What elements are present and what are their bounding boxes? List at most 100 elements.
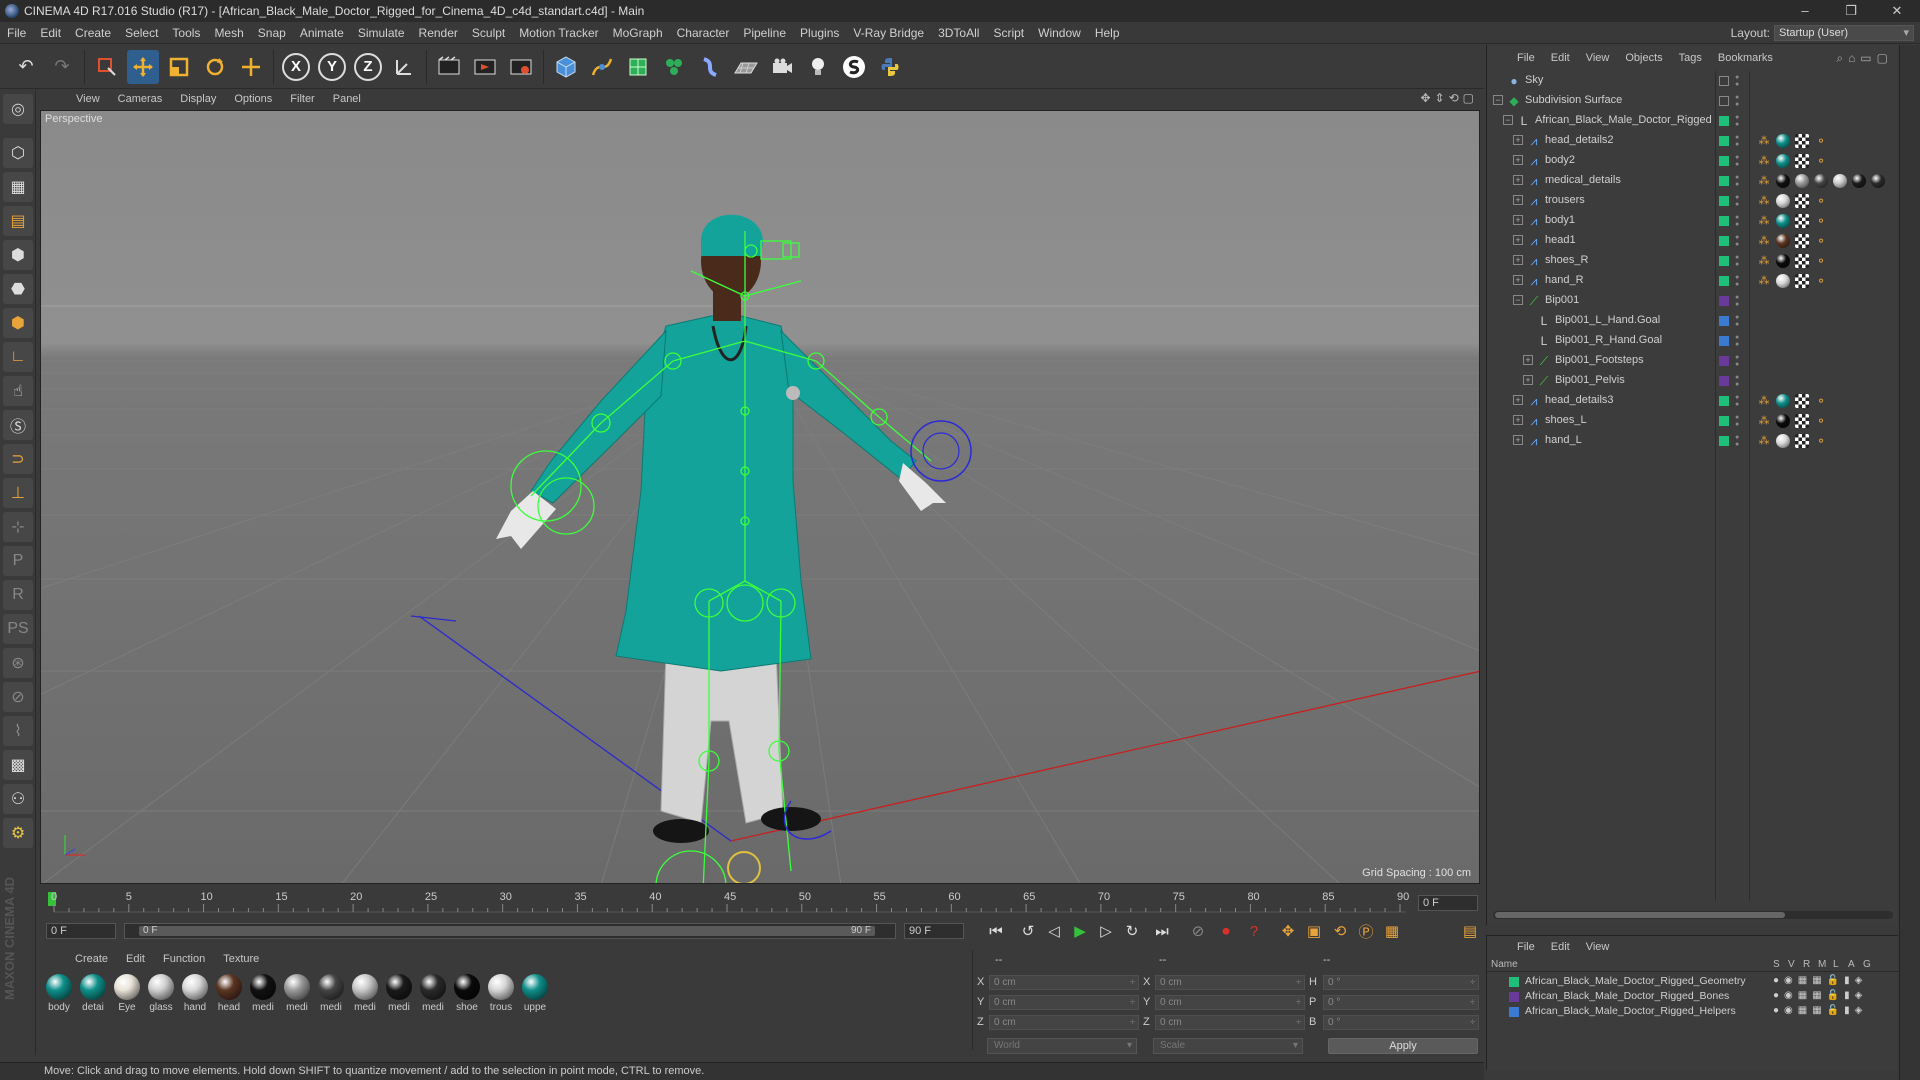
object-row[interactable]: L Bip001_R_Hand.Goal ● ●: [1487, 331, 1899, 351]
key-point-level-icon[interactable]: ▦: [1380, 920, 1404, 942]
menu-simulate[interactable]: Simulate: [351, 22, 412, 44]
current-frame-field[interactable]: 0 F: [1418, 895, 1478, 911]
object-name[interactable]: hand_L: [1545, 434, 1582, 446]
material-menu-edit[interactable]: Edit: [117, 950, 154, 968]
expand-icon[interactable]: +: [1513, 435, 1523, 445]
object-layer-empty[interactable]: [1719, 96, 1729, 106]
timeline-window-icon[interactable]: ▤: [1458, 920, 1482, 942]
coordinate-mode-select[interactable]: World: [987, 1038, 1137, 1054]
object-row[interactable]: + ⩘ hand_L ● ● ⁂ ⚬: [1487, 431, 1899, 451]
layer-flag-icons[interactable]: ●◉▦▦🔓▮◈: [1773, 975, 1867, 986]
object-row[interactable]: + ⩘ hand_R ● ● ⁂ ⚬: [1487, 271, 1899, 291]
viewport-menu-panel[interactable]: Panel: [324, 90, 370, 108]
object-layer-empty[interactable]: [1719, 76, 1729, 86]
previous-frame-icon[interactable]: ◁: [1042, 920, 1066, 942]
visibility-dots-icon[interactable]: ● ●: [1735, 434, 1741, 448]
menu-plugins[interactable]: Plugins: [793, 22, 846, 44]
menu-vray-bridge[interactable]: V-Ray Bridge: [846, 22, 931, 44]
menu-tools[interactable]: Tools: [165, 22, 207, 44]
object-layer-color[interactable]: [1719, 396, 1729, 406]
snap-icon[interactable]: Ⓢ: [3, 410, 33, 440]
object-layer-color[interactable]: [1719, 296, 1729, 306]
expand-icon[interactable]: +: [1513, 395, 1523, 405]
rotation-b-field[interactable]: 0 °: [1323, 1015, 1479, 1030]
key-position-icon[interactable]: ✥: [1276, 920, 1300, 942]
material-swatch[interactable]: medi: [281, 970, 314, 1013]
preview-range-fill[interactable]: [139, 926, 875, 936]
weight-tool-icon[interactable]: R: [3, 580, 33, 610]
material-tag-icon[interactable]: [1776, 254, 1790, 268]
object-name[interactable]: hand_R: [1545, 274, 1584, 286]
expand-icon[interactable]: +: [1523, 375, 1533, 385]
object-row[interactable]: − ⟋ Bip001 ● ●: [1487, 291, 1899, 311]
collapse-icon[interactable]: −: [1493, 95, 1503, 105]
record-position-icon[interactable]: ⊘: [1186, 920, 1210, 942]
uvw-tag-icon[interactable]: [1795, 214, 1809, 228]
rotate-tool-icon[interactable]: [199, 50, 231, 84]
render-view-icon[interactable]: [433, 50, 465, 84]
weight-tag-icon[interactable]: ⚬: [1814, 394, 1828, 408]
material-menu-texture[interactable]: Texture: [214, 950, 268, 968]
expand-icon[interactable]: +: [1513, 235, 1523, 245]
layer-row[interactable]: African_Black_Male_Doctor_Rigged_Helpers…: [1487, 1004, 1899, 1019]
object-layer-color[interactable]: [1719, 436, 1729, 446]
expand-icon[interactable]: +: [1513, 135, 1523, 145]
viewport-menu-view[interactable]: View: [67, 90, 109, 108]
object-row[interactable]: + ⩘ trousers ● ● ⁂ ⚬: [1487, 191, 1899, 211]
material-tag-icon[interactable]: [1776, 174, 1790, 188]
start-frame-field[interactable]: 0 F: [46, 923, 116, 939]
object-row[interactable]: − ◆ Subdivision Surface ● ●: [1487, 91, 1899, 111]
weight-tag-icon[interactable]: ⚬: [1814, 274, 1828, 288]
spline-pen-icon[interactable]: [586, 50, 618, 84]
objects-menu-edit[interactable]: Edit: [1543, 49, 1578, 67]
y-axis-lock-button[interactable]: Y: [318, 52, 346, 81]
layer-name[interactable]: African_Black_Male_Doctor_Rigged_Geometr…: [1525, 975, 1746, 987]
menu-script[interactable]: Script: [986, 22, 1031, 44]
edges-mode-icon[interactable]: ⬣: [3, 274, 33, 304]
object-layer-color[interactable]: [1719, 256, 1729, 266]
menu-create[interactable]: Create: [68, 22, 118, 44]
object-layer-color[interactable]: [1719, 236, 1729, 246]
menu-window[interactable]: Window: [1031, 22, 1088, 44]
expand-icon[interactable]: +: [1513, 195, 1523, 205]
object-layer-color[interactable]: [1719, 196, 1729, 206]
size-z-field[interactable]: 0 cm: [1155, 1015, 1305, 1030]
layer-header-animation[interactable]: A: [1848, 959, 1855, 970]
menu-file[interactable]: File: [0, 22, 33, 44]
material-tag-icon[interactable]: [1776, 414, 1790, 428]
material-swatch[interactable]: detai: [77, 970, 110, 1013]
object-name[interactable]: head_details3: [1545, 394, 1614, 406]
close-button[interactable]: ✕: [1874, 0, 1920, 22]
expand-icon[interactable]: +: [1513, 275, 1523, 285]
menu-select[interactable]: Select: [118, 22, 165, 44]
menu-edit[interactable]: Edit: [33, 22, 68, 44]
visibility-dots-icon[interactable]: ● ●: [1735, 414, 1741, 428]
material-tag-icon[interactable]: [1776, 234, 1790, 248]
perspective-viewport[interactable]: Perspective Grid Spacing : 100 cm: [40, 110, 1480, 884]
undo-icon[interactable]: ↶: [10, 50, 42, 84]
position-x-field[interactable]: 0 cm: [989, 975, 1139, 990]
material-tag-icon[interactable]: [1776, 214, 1790, 228]
expand-icon[interactable]: +: [1513, 255, 1523, 265]
material-swatch[interactable]: medi: [315, 970, 348, 1013]
object-row[interactable]: + ⩘ medical_details ● ● ⁂: [1487, 171, 1899, 191]
pose-icon[interactable]: ⊛: [3, 648, 33, 678]
object-layer-color[interactable]: [1719, 416, 1729, 426]
object-name[interactable]: Sky: [1525, 74, 1543, 86]
weight-tag-icon[interactable]: ⚬: [1814, 434, 1828, 448]
material-tag-icon[interactable]: [1871, 174, 1885, 188]
object-name[interactable]: Bip001: [1545, 294, 1579, 306]
material-tag-icon[interactable]: [1776, 394, 1790, 408]
object-layer-color[interactable]: [1719, 216, 1729, 226]
phong-tag-icon[interactable]: ⁂: [1757, 234, 1771, 248]
character-icon[interactable]: ⚇: [3, 784, 33, 814]
material-swatch[interactable]: head: [213, 970, 246, 1013]
deformer-icon[interactable]: [694, 50, 726, 84]
edit-render-settings-icon[interactable]: [505, 50, 537, 84]
visibility-dots-icon[interactable]: ● ●: [1735, 134, 1741, 148]
object-row[interactable]: + ⩘ head_details2 ● ● ⁂ ⚬: [1487, 131, 1899, 151]
visibility-dots-icon[interactable]: ● ●: [1735, 234, 1741, 248]
material-tag-icon[interactable]: [1814, 174, 1828, 188]
objects-menu-objects[interactable]: Objects: [1617, 49, 1670, 67]
subdivision-surface-icon[interactable]: [622, 50, 654, 84]
